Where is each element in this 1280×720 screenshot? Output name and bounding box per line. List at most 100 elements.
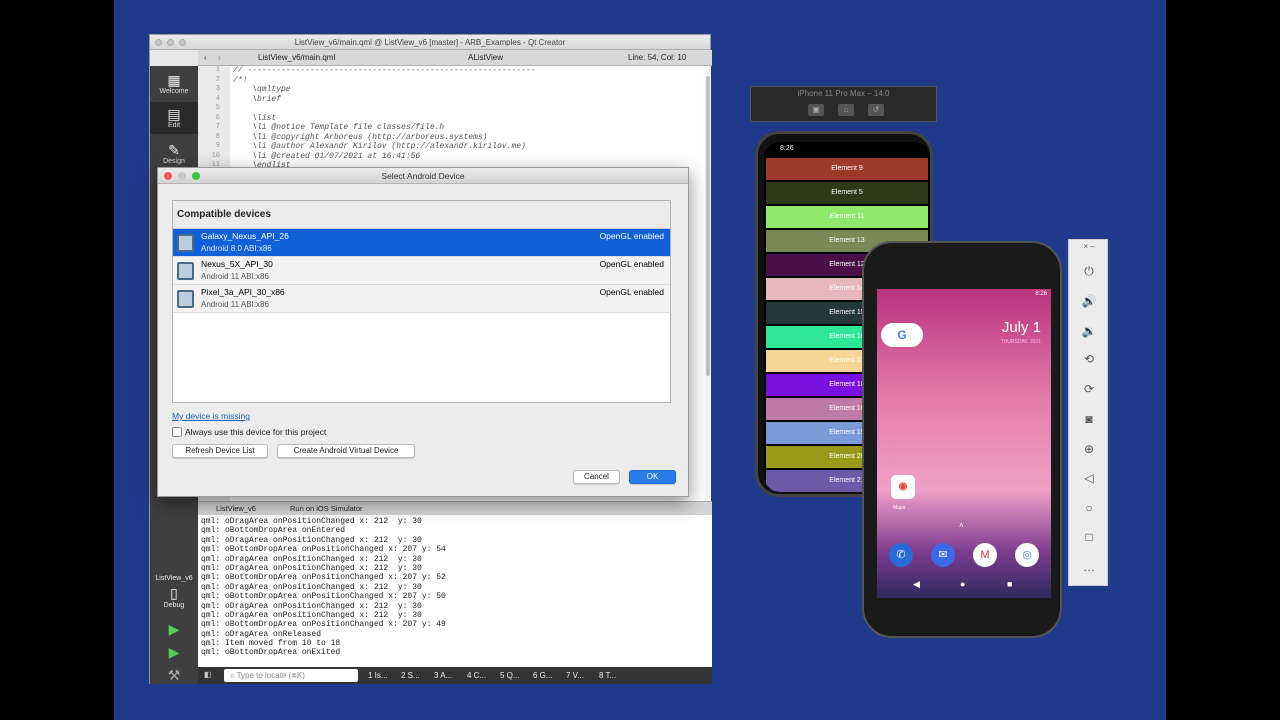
code-line: \li @author Alexandr Kirilov (http://ale… <box>233 142 526 151</box>
list-element[interactable]: Element 9 <box>766 157 928 180</box>
editor-scrollbar[interactable] <box>705 66 711 501</box>
output-line: qml: Item moved from 10 to 18 <box>201 639 341 649</box>
messages-app-icon[interactable]: ✉ <box>931 543 955 567</box>
editor-toolbar: ‹ › ListView_v6/main.qml AListView Line:… <box>198 50 712 66</box>
line-number: 6 <box>215 113 220 122</box>
code-line: // -------------------------------------… <box>233 66 536 75</box>
ok-button[interactable]: OK <box>629 470 676 484</box>
chrome-app-icon[interactable]: ◎ <box>1015 543 1039 567</box>
mode-design[interactable]: ✎ Design <box>150 142 198 165</box>
home-icon[interactable]: ○ <box>1069 501 1109 515</box>
tab-run-ios[interactable]: Run on iOS Simulator <box>290 504 363 513</box>
pane-button[interactable]: 7 V... <box>566 671 584 680</box>
create-avd-button[interactable]: Create Android Virtual Device <box>277 444 415 458</box>
pane-button[interactable]: 1 Is... <box>368 671 388 680</box>
screenshot-icon[interactable]: ▣ <box>808 104 824 116</box>
pane-button[interactable]: 4 C... <box>467 671 486 680</box>
zoom-dialog-button[interactable] <box>192 172 200 180</box>
forward-icon[interactable]: › <box>218 53 221 62</box>
refresh-device-list-button[interactable]: Refresh Device List <box>172 444 268 458</box>
kit-selector[interactable]: ListView_v6 ▯ Debug ▶ ▶ ⚒ <box>150 575 198 684</box>
more-icon[interactable]: … <box>1069 560 1109 574</box>
code-line: /*! <box>233 75 248 85</box>
list-element[interactable]: Element 5 <box>766 181 928 204</box>
nav-back-icon[interactable]: ◀ <box>913 579 920 590</box>
back-icon[interactable]: ◁ <box>1069 471 1109 485</box>
pane-button[interactable]: 2 S... <box>401 671 420 680</box>
dialog-title: Select Android Device <box>381 171 465 181</box>
run-icon[interactable]: ▶ <box>150 621 198 638</box>
minimize-window-button[interactable] <box>167 39 174 46</box>
device-name: Galaxy_Nexus_API_26 <box>201 231 289 241</box>
device-details: Android 8.0 ABI:x86 <box>201 244 272 253</box>
volume-up-icon[interactable]: 🔊 <box>1069 294 1109 308</box>
close-dialog-button[interactable] <box>164 172 172 180</box>
code-line: \li @created 01/07/2021 at 16:41:56 <box>233 151 421 161</box>
pane-button[interactable]: 3 A... <box>434 671 452 680</box>
code-line: \brief <box>233 94 282 104</box>
toggle-sidebar-icon[interactable]: ◧ <box>204 670 212 679</box>
symbol-selector[interactable]: AListView <box>468 53 503 62</box>
tab-listview[interactable]: ListView_v6 <box>216 504 256 513</box>
rotate-icon[interactable]: ↺ <box>868 104 884 116</box>
close-window-button[interactable] <box>155 39 162 46</box>
status-bar: ◧ ⌕ Type to locate (⌘K) 1 Is... 2 S... 3 A… <box>198 667 712 684</box>
nav-home-icon[interactable]: ● <box>960 579 965 589</box>
cancel-button[interactable]: Cancel <box>573 470 620 484</box>
device-details: Android 11 ABI:x86 <box>201 272 269 281</box>
file-selector[interactable]: ListView_v6/main.qml <box>258 53 335 62</box>
window-title-bar[interactable]: ListView_v6/main.qml @ ListView_v6 [mast… <box>150 35 710 50</box>
android-screen[interactable]: 8:26 G July 1 THURSDAY, 2021 ◉ Maps ˄ ✆ … <box>877 289 1051 598</box>
line-number: 5 <box>215 104 220 112</box>
rotate-right-icon[interactable]: ⟳ <box>1069 382 1109 396</box>
pencil-icon: ✎ <box>168 142 180 158</box>
maps-app-icon[interactable]: ◉ <box>891 475 915 499</box>
pane-button[interactable]: 6 G... <box>533 671 553 680</box>
overview-icon[interactable]: □ <box>1069 530 1109 544</box>
device-missing-link[interactable]: My device is missing <box>172 411 250 421</box>
output-line: qml: oBottomDropArea onPositionChanged x… <box>201 620 446 630</box>
back-icon[interactable]: ‹ <box>204 53 207 62</box>
debug-run-icon[interactable]: ▶ <box>150 644 198 661</box>
cursor-position[interactable]: Line: 54, Col: 10 <box>628 53 686 62</box>
simulator-title: iPhone 11 Pro Max – 14.0 <box>797 89 890 98</box>
mode-edit[interactable]: ▤ Edit <box>150 102 198 134</box>
locate-input[interactable]: ⌕ Type to locate (⌘K) <box>224 669 358 682</box>
date-widget[interactable]: July 1 <box>1002 319 1041 336</box>
ios-simulator-titlebar: iPhone 11 Pro Max – 14.0 ▣ ⌂ ↺ <box>750 86 937 122</box>
device-row[interactable]: Galaxy_Nexus_API_26 Android 8.0 ABI:x86 Op… <box>173 229 670 257</box>
volume-down-icon[interactable]: 🔉 <box>1069 324 1109 338</box>
pane-button[interactable]: 8 T... <box>599 671 616 680</box>
checkbox-box[interactable] <box>172 427 182 437</box>
gmail-app-icon[interactable]: M <box>973 543 997 567</box>
dialog-title-bar: Select Android Device <box>158 168 688 184</box>
rotate-left-icon[interactable]: ⟲ <box>1069 352 1109 366</box>
device-icon <box>177 234 194 252</box>
list-element[interactable]: Element 11 <box>766 205 928 228</box>
application-output[interactable]: qml: oDragArea onPositionChanged x: 212 … <box>198 515 712 667</box>
nav-recents-icon[interactable]: ■ <box>1007 579 1012 589</box>
device-row[interactable]: Pixel_3a_API_30_x86 Android 11 ABI:x86 Ope… <box>173 285 670 313</box>
output-line: qml: oDragArea onReleased <box>201 629 322 639</box>
android-emulator: 8:26 G July 1 THURSDAY, 2021 ◉ Maps ˄ ✆ … <box>862 241 1062 638</box>
zoom-icon[interactable]: ⊕ <box>1069 442 1109 456</box>
phone-app-icon[interactable]: ✆ <box>889 543 913 567</box>
device-row[interactable]: Nexus_5X_API_30 Android 11 ABI:x86 OpenGL … <box>173 257 670 285</box>
mode-welcome[interactable]: ▦ Welcome <box>150 72 198 95</box>
app-drawer-chevron-icon[interactable]: ˄ <box>959 521 964 530</box>
pane-button[interactable]: 5 Q... <box>500 671 520 680</box>
panel-close-icon[interactable]: × – <box>1069 242 1109 251</box>
output-line: qml: oDragArea onPositionChanged x: 212 … <box>201 554 422 564</box>
android-time: 8:26 <box>1035 291 1047 297</box>
line-number: 4 <box>215 94 220 103</box>
always-use-checkbox[interactable]: Always use this device for this project <box>172 427 326 437</box>
camera-icon[interactable]: ◙ <box>1069 412 1109 426</box>
home-icon[interactable]: ⌂ <box>838 104 854 116</box>
power-icon[interactable]: ⏻ <box>1069 264 1109 279</box>
scrollbar-thumb[interactable] <box>706 76 710 376</box>
hammer-icon[interactable]: ⚒ <box>150 667 198 684</box>
google-search-widget[interactable]: G <box>881 323 923 347</box>
zoom-window-button[interactable] <box>179 39 186 46</box>
opengl-status: OpenGL enabled <box>599 259 664 269</box>
